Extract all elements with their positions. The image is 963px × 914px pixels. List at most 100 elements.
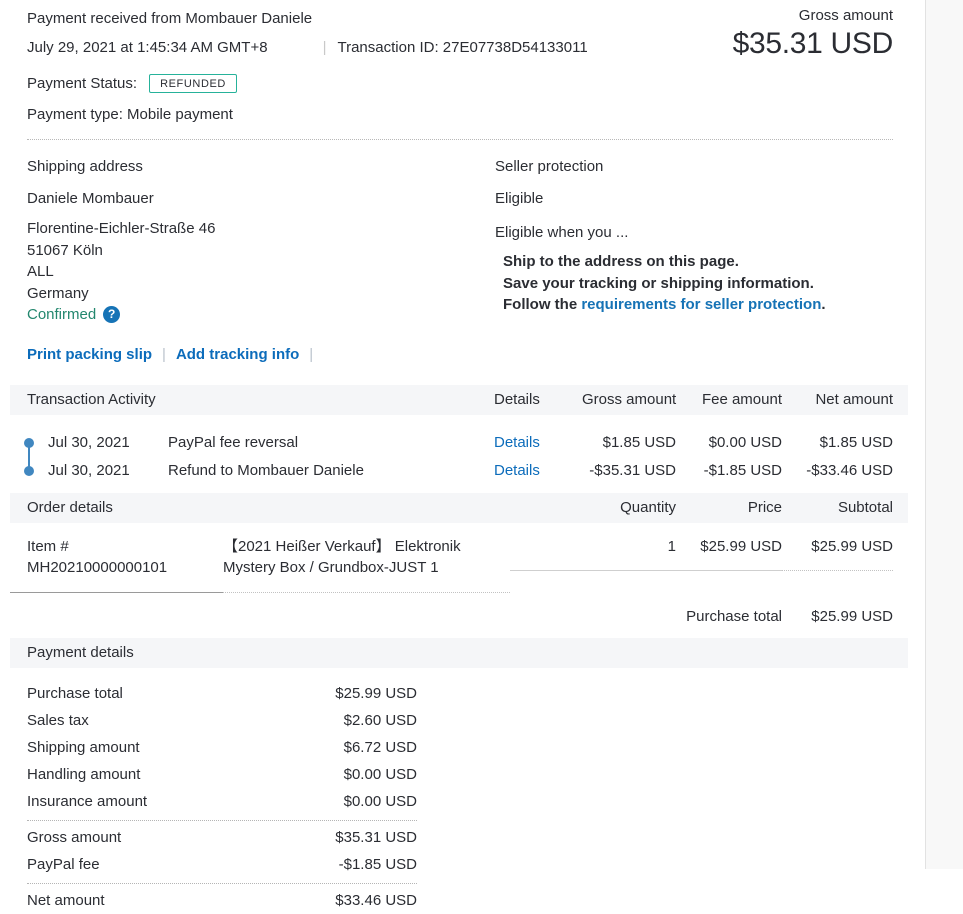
seller-protection-section: Seller protection Eligible Eligible when… bbox=[495, 157, 893, 363]
purchase-total-row: Purchase total $25.99 USD bbox=[10, 593, 908, 638]
payment-detail-row: Purchase total $25.99 USD bbox=[27, 680, 417, 707]
payment-detail-row: Sales tax $2.60 USD bbox=[27, 707, 417, 734]
protection-item: Ship to the address on this page. bbox=[503, 253, 739, 270]
purchase-total-value: $25.99 USD bbox=[811, 607, 893, 625]
purchase-total-label: Purchase total bbox=[686, 607, 782, 625]
item-description: 【2021 Heißer Verkauf】 Elektronik Mystery… bbox=[223, 536, 510, 593]
address-line: Germany bbox=[27, 284, 89, 302]
payment-detail-row: Gross amount $35.31 USD bbox=[27, 824, 417, 851]
eligibility-subheading: Eligible when you ... bbox=[495, 224, 629, 241]
gross-amount-block: Gross amount $35.31 USD bbox=[732, 6, 894, 61]
activity-date: Jul 30, 2021 bbox=[48, 462, 130, 479]
payment-detail-value: $33.46 USD bbox=[335, 891, 417, 909]
item-number-cell: Item # MH20210000000101 bbox=[10, 536, 223, 593]
order-item-row: Item # MH20210000000101 【2021 Heißer Ver… bbox=[10, 523, 908, 593]
item-number-label: Item # bbox=[27, 537, 69, 555]
shipping-action-links: Print packing slip | Add tracking info | bbox=[27, 346, 495, 363]
payment-detail-value: $2.60 USD bbox=[343, 711, 417, 729]
address-protection-section: Shipping address Daniele Mombauer Floren… bbox=[27, 157, 893, 363]
payment-details-heading: Payment details bbox=[27, 643, 134, 661]
activity-description: Refund to Mombauer Daniele bbox=[168, 462, 364, 479]
payment-detail-value: $35.31 USD bbox=[335, 828, 417, 846]
payment-summary-section: Gross amount $35.31 USD Payment received… bbox=[0, 0, 893, 125]
activity-fee-amount: -$1.85 USD bbox=[703, 462, 782, 479]
payment-status-row: Payment Status: REFUNDED bbox=[27, 71, 893, 95]
confirmed-status: Confirmed bbox=[27, 306, 97, 323]
status-badge: REFUNDED bbox=[149, 73, 237, 93]
column-header-subtotal: Subtotal bbox=[837, 498, 893, 516]
payment-detail-value: -$1.85 USD bbox=[338, 855, 417, 873]
column-header-price: Price bbox=[747, 498, 782, 516]
details-link[interactable]: Details bbox=[494, 434, 540, 451]
recipient-name: Daniele Mombauer bbox=[27, 190, 154, 207]
eligibility-status: Eligible bbox=[495, 190, 544, 207]
details-link[interactable]: Details bbox=[494, 462, 540, 479]
print-packing-slip-link[interactable]: Print packing slip bbox=[27, 346, 152, 363]
payment-status-label: Payment Status: bbox=[27, 74, 138, 92]
column-header-net: Net amount bbox=[815, 390, 893, 408]
gross-amount-label: Gross amount bbox=[798, 7, 893, 24]
payment-detail-row: Handling amount $0.00 USD bbox=[27, 761, 417, 788]
payment-detail-label: Insurance amount bbox=[27, 792, 148, 810]
section-divider bbox=[27, 139, 893, 140]
address-line: Florentine-Eichler-Straße 46 bbox=[27, 220, 216, 237]
payment-date: July 29, 2021 at 1:45:34 AM GMT+8 bbox=[27, 39, 268, 56]
transaction-activity-header-row: Transaction Activity Details Gross amoun… bbox=[10, 384, 908, 415]
item-number-value: MH20210000000101 bbox=[27, 559, 168, 576]
requirements-link[interactable]: requirements for seller protection bbox=[581, 296, 821, 313]
payment-details-header-row: Payment details bbox=[10, 637, 908, 668]
column-header-quantity: Quantity bbox=[620, 498, 676, 516]
transaction-detail-page: Gross amount $35.31 USD Payment received… bbox=[0, 0, 908, 914]
page-gutter bbox=[925, 0, 963, 869]
activity-description: PayPal fee reversal bbox=[168, 434, 299, 451]
activity-fee-amount: $0.00 USD bbox=[708, 434, 782, 451]
payment-detail-row: Shipping amount $6.72 USD bbox=[27, 734, 417, 761]
seller-protection-heading: Seller protection bbox=[495, 158, 604, 175]
order-details-heading: Order details bbox=[27, 498, 113, 516]
transaction-activity-heading: Transaction Activity bbox=[27, 390, 156, 408]
protection-item: Follow the requirements for seller prote… bbox=[503, 294, 893, 316]
gross-amount-value: $35.31 USD bbox=[732, 27, 894, 60]
item-quantity: 1 bbox=[510, 536, 676, 571]
activity-gross-amount: -$35.31 USD bbox=[589, 462, 676, 479]
payment-detail-label: Gross amount bbox=[27, 828, 122, 846]
activity-row: Jul 30, 2021 Refund to Mombauer Daniele … bbox=[10, 457, 893, 485]
activity-net-amount: $1.85 USD bbox=[819, 434, 893, 451]
payment-detail-row: Insurance amount $0.00 USD bbox=[27, 788, 417, 815]
payment-detail-label: Purchase total bbox=[27, 684, 123, 702]
column-header-details: Details bbox=[494, 390, 540, 408]
payment-detail-label: Sales tax bbox=[27, 711, 89, 729]
item-subtotal: $25.99 USD bbox=[782, 536, 893, 571]
payment-detail-row: PayPal fee -$1.85 USD bbox=[27, 851, 417, 878]
address-confirmed-row: Confirmed ? bbox=[27, 304, 495, 326]
help-icon[interactable]: ? bbox=[103, 306, 121, 324]
payment-detail-value: $25.99 USD bbox=[335, 684, 417, 702]
transaction-id-value: 27E07738D54133011 bbox=[442, 39, 588, 56]
transaction-activity-rows: Jul 30, 2021 PayPal fee reversal Details… bbox=[10, 415, 908, 493]
address-line: 51067 Köln bbox=[27, 241, 103, 259]
column-header-fee: Fee amount bbox=[701, 390, 782, 408]
payment-detail-label: Handling amount bbox=[27, 765, 141, 783]
payment-detail-row: Net amount $33.46 USD bbox=[27, 887, 417, 914]
add-tracking-info-link[interactable]: Add tracking info bbox=[176, 346, 299, 363]
payment-type: Payment type: Mobile payment bbox=[27, 106, 233, 123]
shipping-heading: Shipping address bbox=[27, 158, 143, 175]
shipping-address-section: Shipping address Daniele Mombauer Floren… bbox=[27, 157, 495, 363]
link-separator: | bbox=[309, 345, 314, 363]
protection-item: Save your tracking or shipping informati… bbox=[503, 274, 814, 292]
protection-item-text: Follow the bbox=[503, 296, 582, 313]
protection-requirements-list: Ship to the address on this page. Save y… bbox=[495, 251, 893, 316]
address-line: ALL bbox=[27, 263, 54, 280]
timeline-connector bbox=[28, 442, 30, 473]
vertical-separator: | bbox=[322, 39, 327, 56]
transaction-id-label: Transaction ID: bbox=[337, 39, 439, 56]
item-price: $25.99 USD bbox=[676, 536, 782, 571]
order-details-header-row: Order details Quantity Price Subtotal bbox=[10, 492, 908, 523]
column-header-gross: Gross amount bbox=[582, 390, 677, 408]
dotted-divider bbox=[27, 882, 417, 884]
protection-item-text: . bbox=[821, 296, 826, 313]
activity-net-amount: -$33.46 USD bbox=[806, 462, 893, 479]
payment-detail-value: $6.72 USD bbox=[343, 738, 417, 756]
payment-detail-label: PayPal fee bbox=[27, 855, 100, 873]
link-separator: | bbox=[162, 345, 166, 363]
